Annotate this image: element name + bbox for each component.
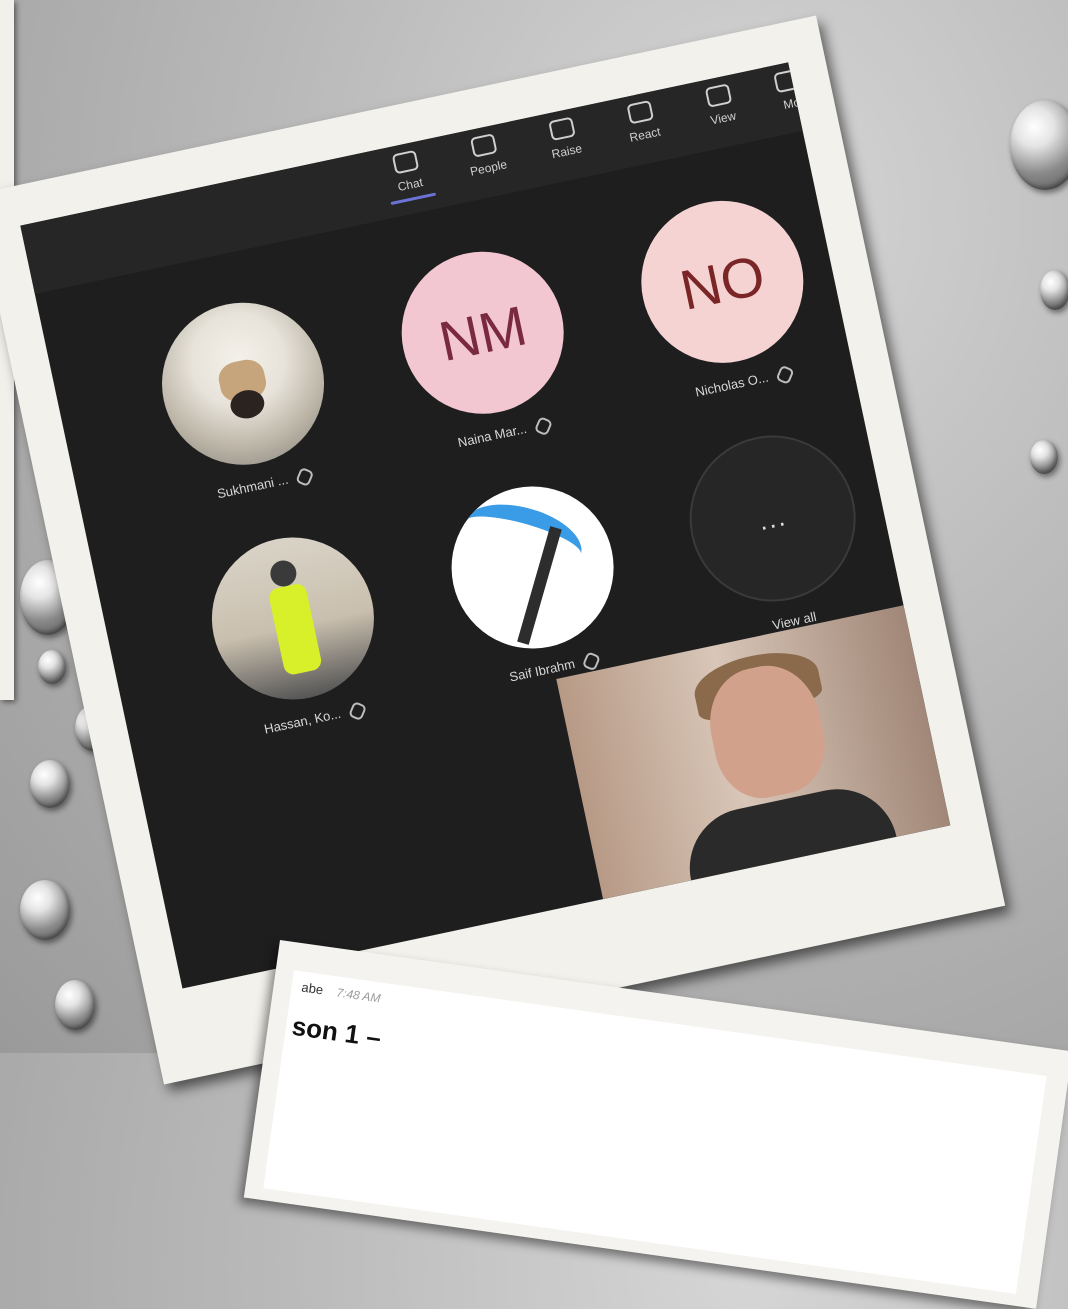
avatar bbox=[436, 471, 629, 664]
people-button[interactable]: People bbox=[452, 129, 519, 181]
mic-muted-icon bbox=[347, 700, 368, 721]
more-button[interactable]: Mo bbox=[756, 65, 823, 117]
chat-button[interactable]: Chat bbox=[374, 146, 443, 206]
water-drop bbox=[1030, 440, 1058, 474]
message-time: 7:48 AM bbox=[335, 985, 382, 1006]
participant-tile[interactable]: NO Nicholas O... bbox=[613, 183, 839, 411]
participant-name: Sukhmani ... bbox=[215, 471, 290, 502]
avatar-initials: NO bbox=[626, 185, 819, 378]
people-icon bbox=[469, 133, 498, 158]
mic-muted-icon bbox=[533, 415, 553, 436]
hand-icon bbox=[548, 116, 576, 142]
chat-polaroid: abe 7:48 AM son 1 – bbox=[243, 940, 1068, 1309]
message-sender: abe bbox=[300, 979, 325, 998]
teams-meeting-screen: Chat People Raise React View Mo Sukhmani… bbox=[20, 62, 951, 989]
smiley-icon bbox=[626, 99, 655, 125]
participant-name: Nicholas O... bbox=[693, 369, 770, 400]
water-drop bbox=[55, 980, 95, 1030]
view-button[interactable]: View bbox=[687, 80, 754, 132]
mic-muted-icon bbox=[775, 364, 795, 385]
mic-muted-icon bbox=[295, 466, 315, 487]
avatar: NM bbox=[386, 236, 579, 429]
message-text: son 1 – bbox=[290, 1010, 384, 1053]
more-icon bbox=[773, 68, 801, 94]
avatar bbox=[146, 287, 340, 480]
chat-message: abe 7:48 AM son 1 – bbox=[263, 970, 1047, 1294]
avatar: NO bbox=[626, 185, 819, 378]
chat-icon bbox=[391, 149, 420, 175]
water-drop bbox=[30, 760, 70, 808]
participant-tile[interactable]: NM Naina Mar... bbox=[373, 234, 599, 462]
view-icon bbox=[704, 83, 733, 108]
participant-tile[interactable]: Saif Ibrahm bbox=[423, 469, 649, 697]
participant-tile[interactable]: Hassan, Ko... bbox=[183, 519, 409, 747]
participant-name: Naina Mar... bbox=[456, 420, 529, 451]
raise-hand-button[interactable]: Raise bbox=[531, 113, 598, 165]
polaroid-photo: Chat People Raise React View Mo Sukhmani… bbox=[0, 15, 1006, 1085]
view-all-circle: ... bbox=[674, 420, 872, 617]
avatar-initials: NM bbox=[386, 236, 579, 429]
water-drop bbox=[20, 880, 70, 940]
mic-muted-icon bbox=[581, 650, 602, 671]
view-all-button[interactable]: ... View all bbox=[662, 418, 888, 648]
participant-name: Hassan, Ko... bbox=[262, 705, 343, 737]
participant-tile[interactable]: Sukhmani ... bbox=[133, 285, 359, 513]
water-drop bbox=[1010, 100, 1068, 190]
avatar bbox=[196, 522, 389, 715]
water-drop bbox=[1040, 270, 1068, 310]
react-button[interactable]: React bbox=[609, 96, 676, 148]
water-drop bbox=[38, 650, 66, 684]
